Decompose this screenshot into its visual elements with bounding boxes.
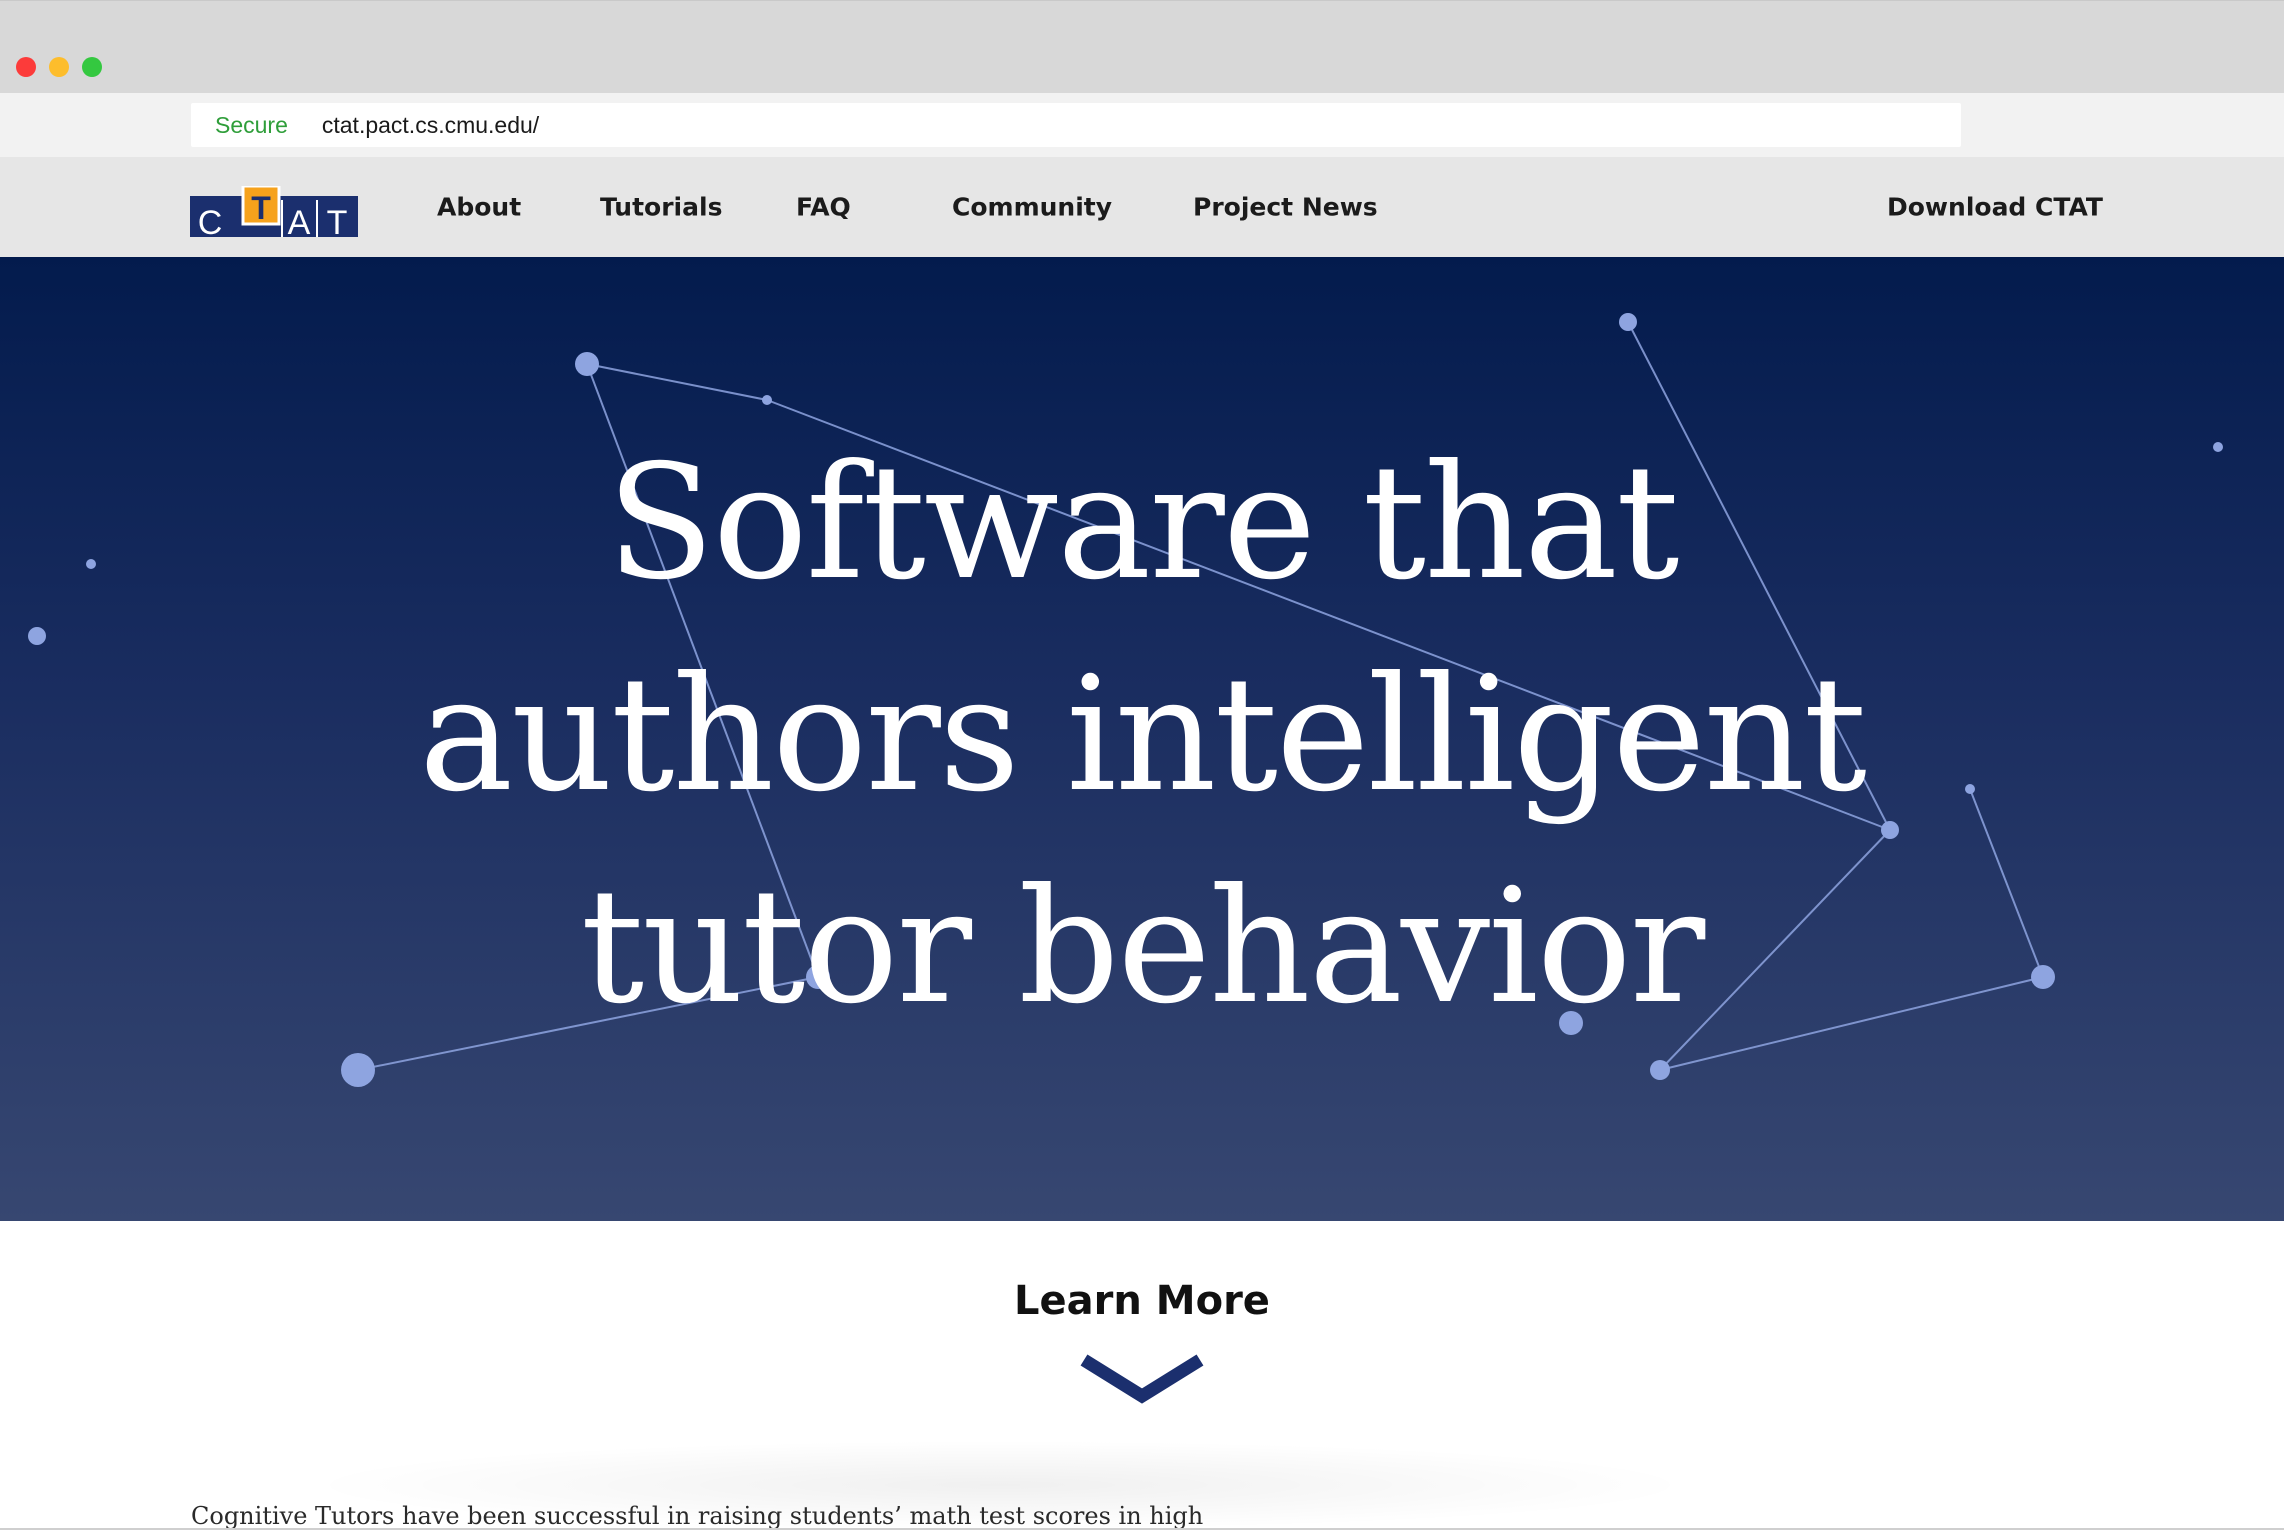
learn-more-label[interactable]: Learn More — [0, 1278, 2284, 1324]
browser-toolbar: Secure ctat.pact.cs.cmu.edu/ — [0, 93, 2284, 157]
hero-headline-line: tutor behavior — [580, 855, 1706, 1039]
url-text[interactable]: ctat.pact.cs.cmu.edu/ — [322, 112, 539, 139]
address-bar[interactable]: Secure ctat.pact.cs.cmu.edu/ — [191, 103, 1961, 147]
star-dot — [1619, 313, 1637, 331]
hero-headline-line: authors intelligent — [419, 643, 1867, 827]
ctat-logo[interactable]: C T A T — [190, 186, 358, 237]
hero-banner: Software that authors intelligent tutor … — [0, 257, 2284, 1221]
star-dot — [1650, 1060, 1670, 1080]
hero-headline: Software that authors intelligent tutor … — [0, 417, 2284, 1053]
logo-letter-c: C — [198, 204, 223, 237]
browser-titlebar — [0, 0, 2284, 93]
logo-letter-t: T — [327, 204, 348, 237]
nav-tutorials[interactable]: Tutorials — [600, 193, 722, 222]
secure-indicator: Secure — [215, 111, 288, 138]
star-dot — [575, 352, 599, 376]
logo-letter-t-highlight: T — [251, 190, 271, 226]
star-dot — [341, 1053, 375, 1087]
nav-community[interactable]: Community — [952, 193, 1112, 222]
minimize-window-button[interactable] — [49, 57, 69, 77]
nav-project-news[interactable]: Project News — [1193, 193, 1378, 222]
hero-headline-line: Software that — [606, 431, 1680, 615]
nav-about[interactable]: About — [437, 193, 521, 222]
nav-faq[interactable]: FAQ — [796, 193, 851, 222]
logo-letter-a: A — [288, 204, 311, 237]
nav-download-ctat[interactable]: Download CTAT — [1887, 193, 2103, 222]
maximize-window-button[interactable] — [82, 57, 102, 77]
star-dot — [762, 395, 772, 405]
intro-paragraph: Cognitive Tutors have been successful in… — [191, 1502, 1204, 1530]
close-window-button[interactable] — [16, 57, 36, 77]
chevron-down-icon[interactable] — [1078, 1352, 1206, 1408]
site-navbar: C T A T About Tutorials FAQ Community Pr… — [0, 157, 2284, 257]
